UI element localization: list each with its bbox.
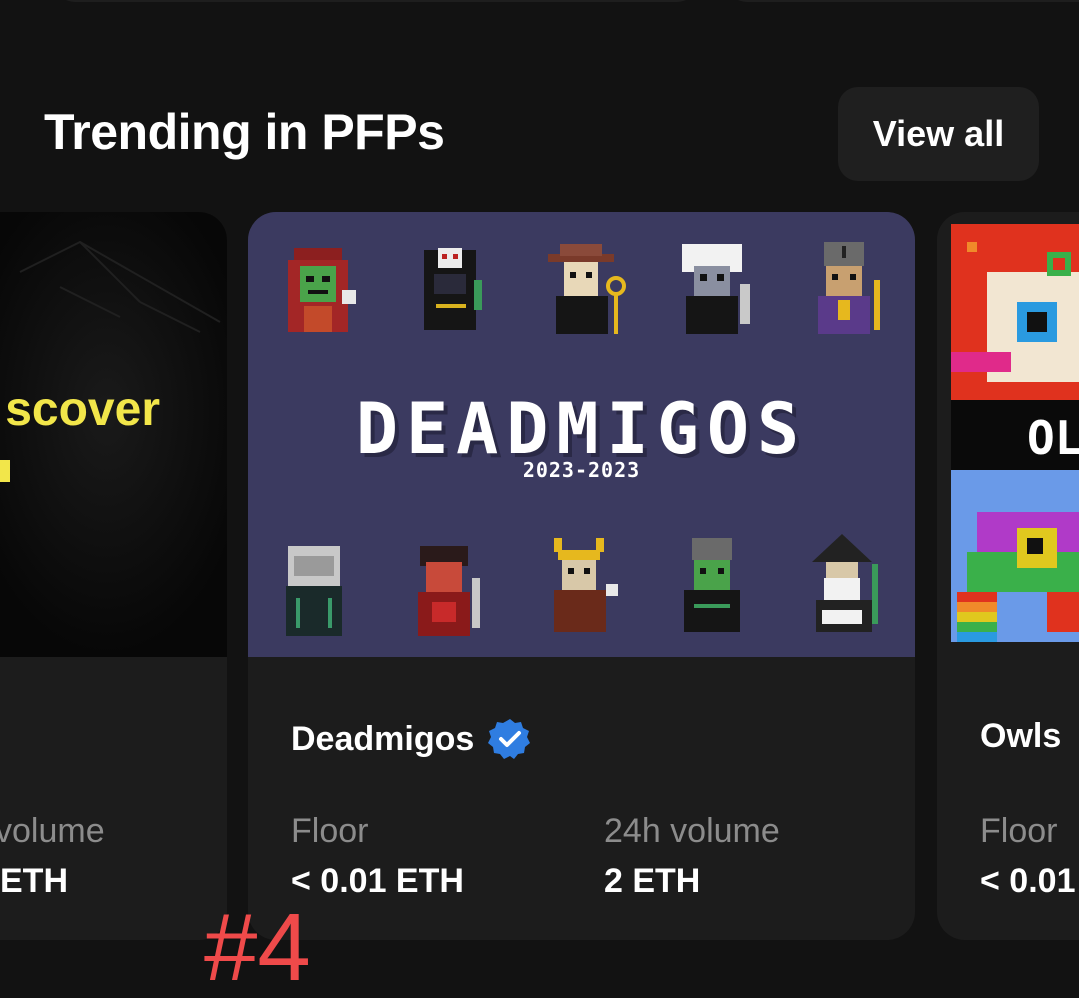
pixel-character-hat-mask — [548, 244, 626, 334]
previous-row-card[interactable] — [54, 0, 698, 2]
volume-label: 24h volume — [604, 812, 780, 850]
pixel-character-top-hat — [818, 242, 880, 334]
pixel-character-spike-helmet — [286, 546, 342, 636]
collection-name-row: Deadmigos — [291, 717, 532, 761]
card-body: volume ETH — [0, 657, 227, 940]
floor-label: Floor — [980, 812, 1058, 850]
owls-artwork: OL — [951, 224, 1079, 642]
collection-logo-years: 2023-2023 — [522, 458, 641, 482]
section-title: Trending in PFPs — [44, 104, 445, 160]
collection-banner: OL — [937, 212, 1079, 657]
floor-value: < 0.01 — [980, 862, 1076, 900]
promo-image: scover — [0, 212, 227, 657]
pixel-character-skull-hood — [424, 248, 482, 330]
volume-value: ETH — [0, 862, 68, 900]
collection-card-deadmigos[interactable]: DEADMIGOS 2023-2023 Deadmigos Floor < 0.… — [248, 212, 915, 940]
pixel-character-red-bandana — [418, 546, 480, 636]
collection-card-promo[interactable]: scover volume ETH — [0, 212, 227, 940]
collection-banner: DEADMIGOS 2023-2023 — [248, 212, 915, 657]
floor-label: Floor — [291, 812, 369, 850]
collection-card-owls[interactable]: OL Owls Floor < 0.01 — [937, 212, 1079, 940]
verified-badge-icon — [488, 719, 531, 759]
pixel-character-green-zombie — [684, 538, 740, 632]
collection-name: Deadmigos — [291, 719, 475, 758]
promo-cursor — [0, 460, 10, 482]
pixel-character-red-hood — [288, 248, 356, 332]
card-body: Deadmigos Floor < 0.01 ETH 24h volume 2 … — [248, 657, 915, 940]
pixel-character-horned-skeleton — [554, 538, 618, 632]
collection-name: Owls — [980, 717, 1062, 755]
annotation-label: #4 — [204, 894, 311, 998]
card-body: Owls Floor < 0.01 — [937, 657, 1079, 940]
volume-value: 2 ETH — [604, 862, 701, 900]
pixel-character-wizard — [812, 534, 878, 632]
promo-headline: scover — [5, 383, 160, 436]
previous-row-card[interactable] — [726, 0, 1079, 2]
view-all-button[interactable]: View all — [838, 87, 1039, 181]
floor-value: < 0.01 ETH — [291, 862, 464, 900]
collection-logo: DEADMIGOS — [355, 388, 808, 470]
volume-label: volume — [0, 812, 105, 850]
owls-image-text: OL — [1027, 411, 1079, 465]
page: Trending in PFPs View all scover volume … — [0, 0, 1079, 998]
pixel-character-white-hair — [682, 244, 750, 334]
